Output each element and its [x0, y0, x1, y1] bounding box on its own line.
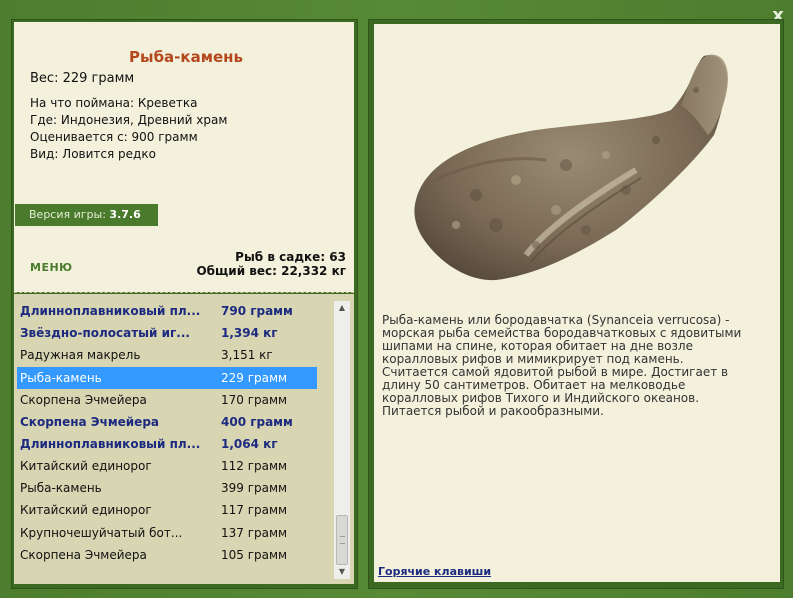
list-item-weight: 229 грамм	[221, 371, 288, 385]
keepnet-stats: Рыб в садке: 63 Общий вес: 22,332 кг	[196, 250, 346, 278]
list-item[interactable]: Рыба-камень 229 грамм	[17, 367, 317, 389]
list-item-name: Длиннoплавниковый пл...	[20, 437, 201, 451]
list-item-name: Китайский единорог	[20, 503, 152, 517]
list-item-weight: 400 грамм	[221, 415, 293, 429]
list-item-weight: 117 грамм	[221, 503, 288, 517]
list-item-weight: 399 грамм	[221, 481, 288, 495]
fish-weight: Вес: 229 грамм	[30, 71, 135, 86]
list-item[interactable]: Радужная макрель 3,151 кг	[17, 344, 317, 366]
list-item-weight: 1,394 кг	[221, 326, 278, 340]
fish-list[interactable]: Длиннoплавниковый пл... 790 грамм Звёздн…	[14, 294, 354, 584]
divider	[14, 292, 354, 293]
list-item-name: Скорпена Эчмейера	[20, 548, 147, 562]
list-item-weight: 1,064 кг	[221, 437, 278, 451]
list-item-weight: 790 грамм	[221, 304, 293, 318]
list-item[interactable]: Китайский единорог 117 грамм	[17, 499, 317, 521]
list-item[interactable]: Рыба-камень 399 грамм	[17, 477, 317, 499]
scroll-thumb[interactable]	[336, 515, 348, 565]
fish-info-panel: Рыба-камень Вес: 229 грамм На что пойман…	[14, 22, 354, 292]
list-item[interactable]: Скорпена Эчмейера 170 грамм	[17, 389, 317, 411]
list-item-name: Рыба-камень	[20, 371, 102, 385]
version-badge: Версия игры: 3.7.6	[15, 204, 158, 226]
list-item-weight: 3,151 кг	[221, 348, 273, 362]
list-item[interactable]: Скорпена Эчмейера 400 грамм	[17, 411, 317, 433]
location-info: Где: Индонезия, Древний храм	[30, 113, 228, 127]
list-item-name: Радужная макрель	[20, 348, 141, 362]
list-item-name: Скорпена Эчмейера	[20, 393, 147, 407]
list-item[interactable]: Длиннoплавниковый пл... 790 грамм	[17, 300, 317, 322]
hotkeys-link[interactable]: Горячие клавиши	[378, 565, 491, 578]
list-item-weight: 137 грамм	[221, 526, 288, 540]
list-item-name: Длиннoплавниковый пл...	[20, 304, 201, 318]
bait-info: На что поймана: Креветка	[30, 96, 198, 110]
fish-description: Рыба-камень или бородавчатка (Synanceia …	[382, 313, 742, 418]
list-item[interactable]: Китайский единорог 112 грамм	[17, 455, 317, 477]
list-item-name: Китайский единорог	[20, 459, 152, 473]
scroll-up-icon[interactable]: ▲	[334, 301, 350, 315]
version-value: 3.7.6	[109, 208, 141, 221]
fish-title: Рыба-камень	[129, 48, 243, 66]
list-item[interactable]: Скорпена Эчмейера 105 грамм	[17, 544, 317, 566]
list-item[interactable]: Крупночешуйчатый бот... 137 грамм	[17, 522, 317, 544]
list-item-name: Крупночешуйчатый бот...	[20, 526, 183, 540]
list-item-weight: 112 грамм	[221, 459, 288, 473]
stonefish-image	[414, 54, 728, 281]
scroll-down-icon[interactable]: ▼	[334, 565, 350, 579]
list-item-weight: 170 грамм	[221, 393, 288, 407]
rarity-info: Вид: Ловится редко	[30, 147, 156, 161]
list-item-name: Скорпена Эчмейера	[20, 415, 160, 429]
list-item-weight: 105 грамм	[221, 548, 288, 562]
menu-button[interactable]: МЕНЮ	[30, 261, 73, 274]
list-item[interactable]: Длиннoплавниковый пл... 1,064 кг	[17, 433, 317, 455]
fish-count: Рыб в садке: 63	[235, 250, 346, 264]
list-item[interactable]: Звёздно-полосатый иг... 1,394 кг	[17, 322, 317, 344]
total-weight: Общий вес: 22,332 кг	[196, 264, 346, 278]
list-item-name: Звёздно-полосатый иг...	[20, 326, 190, 340]
list-item-name: Рыба-камень	[20, 481, 102, 495]
list-scrollbar[interactable]: ▲ ▼	[334, 301, 350, 579]
value-info: Оценивается с: 900 грамм	[30, 130, 198, 144]
version-label: Версия игры:	[29, 208, 106, 221]
